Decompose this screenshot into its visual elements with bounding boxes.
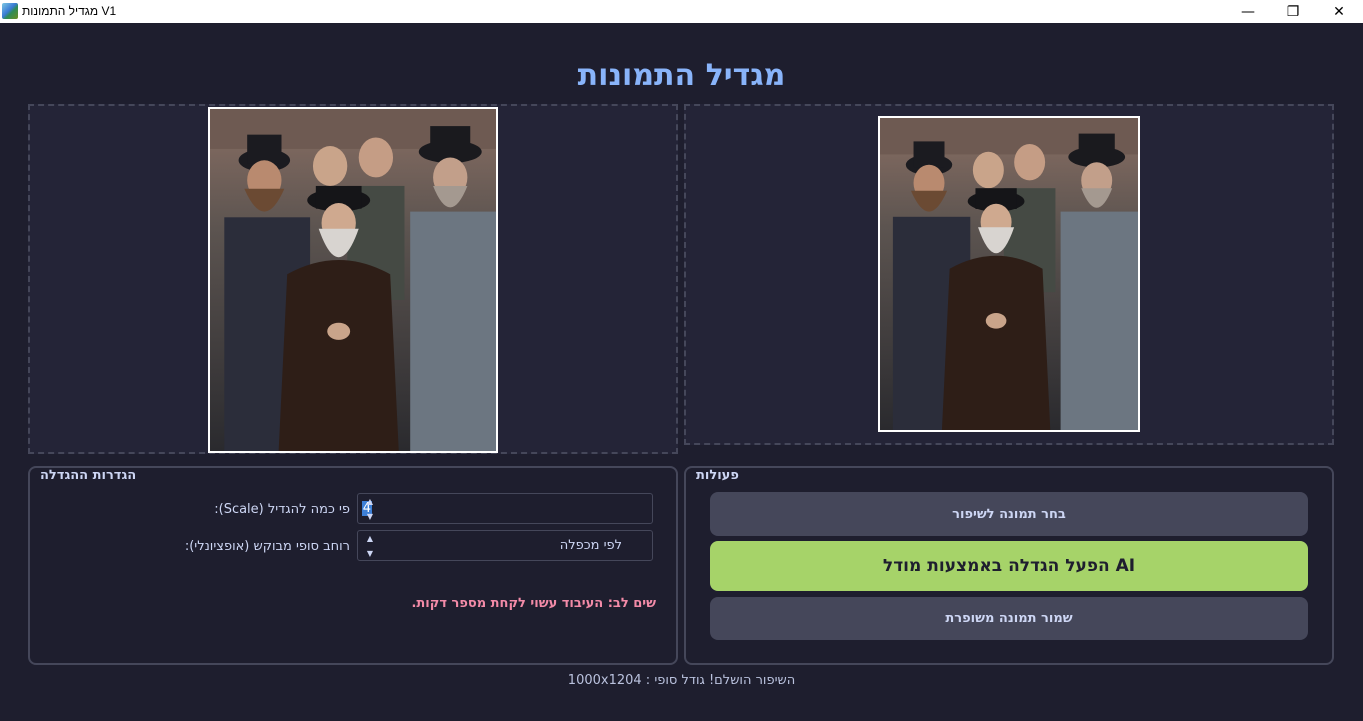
page-title: מגדיל התמונות [577, 58, 786, 93]
width-spin-arrows: ▲ ▼ [358, 531, 382, 560]
enhanced-photo [208, 107, 498, 453]
close-button[interactable]: ✕ [1316, 0, 1362, 23]
target-width-label: רוחב סופי מבוקש (אופציונלי): [184, 539, 350, 554]
photo-illustration [880, 118, 1138, 430]
scale-label: פי כמה להגדיל (Scale): [214, 502, 350, 517]
minimize-button[interactable]: — [1225, 0, 1271, 23]
photo-illustration [210, 109, 496, 451]
scale-down-arrow-icon[interactable]: ▼ [358, 509, 382, 523]
window-title: V1 מגדיל התמונות [22, 4, 117, 18]
scale-spin-arrows: ▲ ▼ [358, 494, 382, 523]
processing-warning: שים לב: העיבוד עשוי לקחת מספר דקות. [411, 596, 656, 611]
scale-spinbox[interactable]: 4 ▲ ▼ [357, 493, 653, 524]
run-ai-upscale-button[interactable]: AI הפעל הגדלה באמצעות מודל [710, 541, 1308, 591]
app-icon [2, 3, 18, 19]
window-titlebar: V1 מגדיל התמונות — ❐ ✕ [0, 0, 1363, 23]
width-up-arrow-icon[interactable]: ▲ [358, 531, 382, 545]
width-down-arrow-icon[interactable]: ▼ [358, 546, 382, 560]
select-image-button[interactable]: בחר תמונה לשיפור [710, 492, 1308, 536]
actions-group-title: פעולות [694, 468, 741, 483]
save-enhanced-image-button[interactable]: שמור תמונה משופרת [710, 597, 1308, 640]
original-photo [878, 116, 1140, 432]
original-image-preview [684, 104, 1334, 445]
scale-up-arrow-icon[interactable]: ▲ [358, 494, 382, 508]
enhanced-image-preview [28, 104, 678, 454]
actions-group: פעולות בחר תמונה לשיפור AI הפעל הגדלה בא… [684, 466, 1334, 665]
upscale-settings-group: הגדרות ההגדלה פי כמה להגדיל (Scale): 4 ▲… [28, 466, 678, 665]
target-width-value[interactable]: לפי מכפלה [560, 538, 622, 553]
status-label: השיפור הושלם! גודל סופי : 1000x1204 [567, 673, 796, 688]
settings-group-title: הגדרות ההגדלה [38, 468, 139, 483]
maximize-button[interactable]: ❐ [1270, 0, 1316, 23]
target-width-spinbox[interactable]: לפי מכפלה ▲ ▼ [357, 530, 653, 561]
